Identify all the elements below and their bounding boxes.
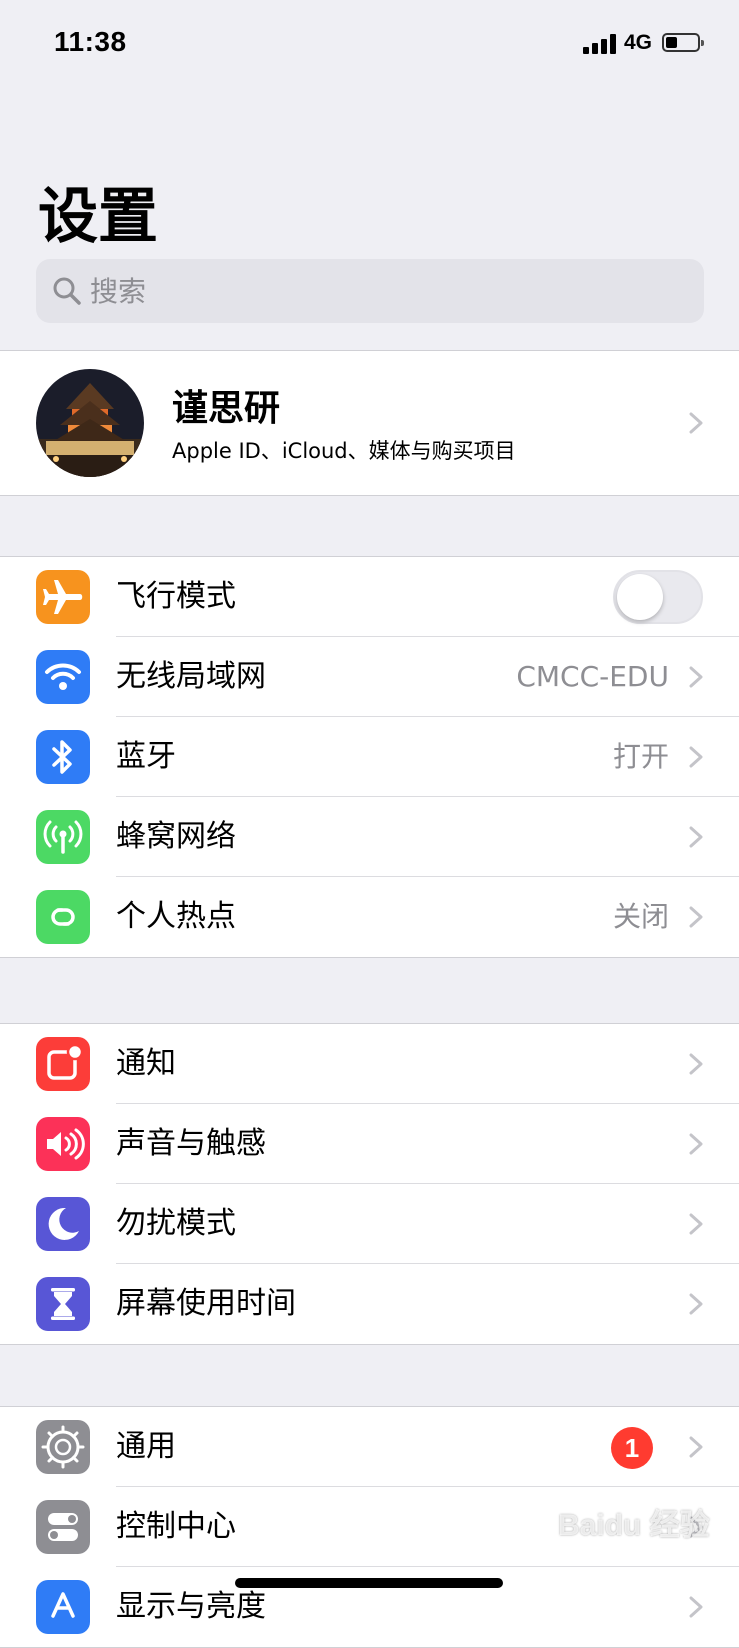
apple-id-profile-row[interactable]: 谨思研 Apple ID、iCloud、媒体与购买项目 [0, 350, 739, 496]
profile-name: 谨思研 [172, 388, 281, 429]
settings-row-bluetooth[interactable]: 蓝牙 打开 [0, 717, 739, 797]
settings-row-cellular[interactable]: 蜂窝网络 [0, 797, 739, 877]
notification-icon [36, 1037, 90, 1091]
settings-row-label: 控制中心 [116, 1509, 236, 1544]
airplane-icon [36, 570, 90, 624]
settings-group-connectivity: 飞行模式 无线局域网 CMCC-EDU 蓝牙 打开 蜂窝网络 个人热点 关闭 [0, 556, 739, 958]
avatar [36, 369, 144, 477]
control-center-icon [36, 1500, 90, 1554]
settings-row-notifications[interactable]: 通知 [0, 1024, 739, 1104]
page-title: 设置 [38, 182, 158, 252]
search-bar[interactable] [36, 259, 704, 323]
chevron-right-icon [689, 1596, 703, 1618]
gear-icon [36, 1420, 90, 1474]
chevron-right-icon [689, 1213, 703, 1235]
search-input[interactable] [90, 259, 670, 323]
chevron-right-icon [689, 1053, 703, 1075]
settings-row-label: 蜂窝网络 [116, 819, 236, 854]
hotspot-status-value: 关闭 [612, 900, 669, 933]
airplane-mode-toggle[interactable] [613, 570, 703, 624]
display-icon [36, 1580, 90, 1634]
settings-row-label: 屏幕使用时间 [116, 1286, 296, 1321]
status-time: 11:38 [54, 26, 127, 57]
settings-row-label: 飞行模式 [116, 579, 236, 614]
chevron-right-icon [689, 1133, 703, 1155]
settings-row-sounds[interactable]: 声音与触感 [0, 1104, 739, 1184]
settings-row-label: 声音与触感 [116, 1126, 266, 1161]
chevron-right-icon [689, 906, 703, 928]
settings-row-label: 个人热点 [116, 899, 236, 934]
update-badge: 1 [611, 1427, 653, 1469]
settings-row-label: 无线局域网 [116, 659, 266, 694]
sound-icon [36, 1117, 90, 1171]
cellular-signal-icon [583, 34, 617, 54]
settings-row-screen-time[interactable]: 屏幕使用时间 [0, 1264, 739, 1344]
status-bar: 11:38 4G [0, 0, 739, 90]
chevron-right-icon [689, 746, 703, 768]
chevron-right-icon [689, 412, 703, 434]
battery-icon [662, 33, 704, 52]
wifi-network-value: CMCC-EDU [516, 660, 669, 693]
hotspot-icon [36, 890, 90, 944]
search-icon [53, 277, 81, 305]
profile-subtitle: Apple ID、iCloud、媒体与购买项目 [172, 439, 516, 463]
chevron-right-icon [689, 1436, 703, 1458]
cellular-icon [36, 810, 90, 864]
settings-row-do-not-disturb[interactable]: 勿扰模式 [0, 1184, 739, 1264]
home-indicator[interactable] [235, 1578, 503, 1588]
network-type: 4G [624, 31, 653, 54]
settings-row-personal-hotspot[interactable]: 个人热点 关闭 [0, 877, 739, 957]
moon-icon [36, 1197, 90, 1251]
settings-row-label: 通用 [116, 1429, 176, 1464]
settings-row-label: 勿扰模式 [116, 1206, 236, 1241]
hourglass-icon [36, 1277, 90, 1331]
chevron-right-icon [689, 826, 703, 848]
settings-row-wifi[interactable]: 无线局域网 CMCC-EDU [0, 637, 739, 717]
settings-row-label: 通知 [116, 1046, 176, 1081]
chevron-right-icon [689, 1293, 703, 1315]
settings-group-notifications: 通知 声音与触感 勿扰模式 屏幕使用时间 [0, 1023, 739, 1345]
wifi-icon [36, 650, 90, 704]
bluetooth-status-value: 打开 [612, 740, 669, 773]
watermark: Baidu 经验 [558, 1509, 710, 1542]
chevron-right-icon [689, 666, 703, 688]
settings-row-general[interactable]: 通用 1 [0, 1407, 739, 1487]
settings-row-airplane-mode[interactable]: 飞行模式 [0, 557, 739, 637]
settings-row-label: 蓝牙 [116, 739, 176, 774]
bluetooth-icon [36, 730, 90, 784]
